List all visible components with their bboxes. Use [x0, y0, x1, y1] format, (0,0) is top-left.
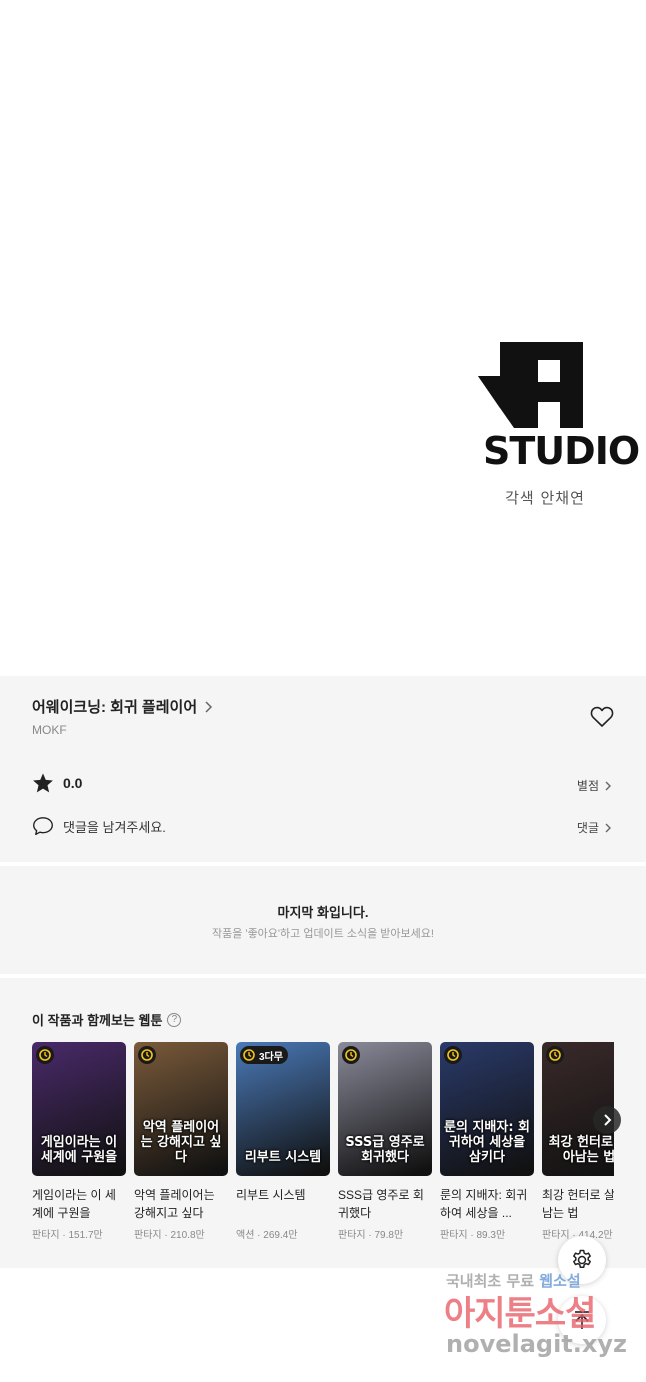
recommendation-cover: SSS급 영주로 회귀했다	[338, 1042, 432, 1176]
recommendation-card[interactable]: 리부트 시스템 3다무리부트 시스템액션 · 269.4만	[236, 1042, 330, 1241]
view-count: 210.8만	[170, 1230, 205, 1241]
recommendation-cover: 룬의 지배자: 회귀하여 세상을 삼키다	[440, 1042, 534, 1176]
recommendation-title: 게임이라는 이 세계에 구원을	[32, 1188, 116, 1220]
recommendation-cover: 리부트 시스템 3다무	[236, 1042, 330, 1176]
genre-label: 판타지	[338, 1230, 366, 1241]
comment-input-row[interactable]: 댓글을 남겨주세요.	[32, 816, 166, 836]
recommendations-carousel: 게임이라는 이 세계에 구원을 게임이라는 이 세계에 구원을 판타지 · 151.…	[32, 1042, 614, 1252]
studio-logo: STUDIO	[478, 342, 640, 472]
star-icon	[33, 773, 53, 793]
comment-placeholder: 댓글을 남겨주세요.	[63, 819, 166, 835]
comments-link-label: 댓글	[576, 821, 599, 835]
rating-row: 0.0	[32, 772, 82, 794]
last-episode-heading: 마지막 화입니다.	[277, 905, 369, 920]
cover-title-art: 룬의 지배자: 회귀하여 세상을 삼키다	[444, 1120, 531, 1166]
chevron-right-icon	[605, 781, 611, 790]
recommendation-meta: 판타지 · 79.8만	[338, 1230, 404, 1241]
last-episode-banner: 마지막 화입니다. 작품을 '좋아요'하고 업데이트 소식을 받아보세요!	[0, 866, 646, 974]
speech-bubble-icon	[33, 817, 53, 836]
viewer-settings-button[interactable]	[558, 1236, 606, 1284]
wait-free-badge: 3다무	[240, 1046, 288, 1064]
recommendation-title: 최강 헌터로 살아남는 법	[542, 1188, 614, 1220]
watermark-line1: 국내최초 무료 웹소설	[446, 1270, 581, 1291]
recommendation-card[interactable]: 최강 헌터로 살아남는 법최강 헌터로 살아남는 법판타지 · 414.2만	[542, 1042, 614, 1241]
cover-title-art: 리부트 시스템	[244, 1150, 322, 1166]
view-count: 269.4만	[263, 1230, 298, 1241]
comic-end-panel: STUDIO 각색 안채연	[0, 0, 646, 676]
genre-label: 액션	[236, 1230, 255, 1241]
cover-title-art: 게임이라는 이 세계에 구원을	[40, 1135, 118, 1166]
clock-icon	[242, 1048, 256, 1062]
recommendations-heading: 이 작품과 함께보는 웹툰	[32, 1013, 163, 1028]
rating-value: 0.0	[63, 775, 83, 791]
last-episode-subtext: 작품을 '좋아요'하고 업데이트 소식을 받아보세요!	[212, 928, 434, 940]
recommendation-cover: 악역 플레이어는 강해지고 싶다	[134, 1042, 228, 1176]
credits-text: 각색 안채연	[505, 489, 585, 507]
recommendation-meta: 액션 · 269.4만	[236, 1230, 298, 1241]
recommendation-title: 룬의 지배자: 회귀하여 세상을 ...	[440, 1188, 528, 1220]
cover-title-art: 최강 헌터로 살아남는 법	[548, 1135, 614, 1166]
recommendation-meta: 판타지 · 210.8만	[134, 1230, 205, 1241]
recommendation-card[interactable]: 룬의 지배자: 회귀하여 세상을 삼키다룬의 지배자: 회귀하여 세상을 ...…	[440, 1042, 534, 1241]
genre-label: 판타지	[440, 1230, 468, 1241]
recommendation-meta: 판타지 · 151.7만	[32, 1230, 103, 1241]
clock-icon	[444, 1046, 462, 1064]
view-count: 79.8만	[374, 1230, 404, 1241]
chevron-right-icon	[605, 823, 611, 832]
chevron-right-icon	[604, 1114, 612, 1126]
series-info-card: 어웨이크닝: 회귀 플레이어 MOKF 0.0 별점 댓글을 남겨주세요. 댓글	[0, 676, 646, 862]
recommendations-header: 이 작품과 함께보는 웹툰 ?	[32, 1010, 182, 1029]
clock-icon	[546, 1046, 564, 1064]
recommendation-card[interactable]: SSS급 영주로 회귀했다 SSS급 영주로 회귀했다판타지 · 79.8만	[338, 1042, 432, 1241]
recommendation-card[interactable]: 게임이라는 이 세계에 구원을 게임이라는 이 세계에 구원을 판타지 · 151.…	[32, 1042, 126, 1241]
recommendation-title: 리부트 시스템	[236, 1188, 306, 1202]
series-author: MOKF	[32, 723, 67, 737]
series-title: 어웨이크닝: 회귀 플레이어	[32, 699, 198, 716]
view-count: 151.7만	[68, 1230, 103, 1241]
view-count: 89.3만	[476, 1230, 506, 1241]
clock-icon	[36, 1046, 54, 1064]
cover-title-art: SSS급 영주로 회귀했다	[345, 1135, 425, 1166]
badge-label: 3다무	[259, 1051, 283, 1063]
recommendation-card[interactable]: 악역 플레이어는 강해지고 싶다 악역 플레이어는 강해지고 싶다 판타지 · 21…	[134, 1042, 228, 1241]
rate-link[interactable]: 별점	[577, 777, 612, 794]
genre-label: 판타지	[134, 1230, 162, 1241]
heart-icon[interactable]	[590, 706, 614, 728]
clock-icon	[342, 1046, 360, 1064]
comments-link[interactable]: 댓글	[577, 819, 612, 836]
recommendation-title: 악역 플레이어는 강해지고 싶다	[134, 1188, 215, 1220]
recommendation-cover: 게임이라는 이 세계에 구원을	[32, 1042, 126, 1176]
clock-icon	[138, 1046, 156, 1064]
genre-label: 판타지	[32, 1230, 60, 1241]
recommendations-section: 이 작품과 함께보는 웹툰 ? 게임이라는 이 세계에 구원을 게임이라는 이 세…	[0, 978, 646, 1268]
genre-label: 판타지	[542, 1230, 570, 1241]
question-circle-icon[interactable]: ?	[167, 1012, 182, 1027]
rate-link-label: 별점	[576, 779, 599, 793]
gear-icon	[573, 1249, 591, 1268]
recommendation-meta: 판타지 · 89.3만	[440, 1230, 506, 1241]
recommendation-title: SSS급 영주로 회귀했다	[338, 1188, 424, 1220]
arrow-up-to-top-icon	[575, 1311, 589, 1329]
series-title-link[interactable]: 어웨이크닝: 회귀 플레이어	[32, 696, 213, 717]
studio-logo-mark	[478, 342, 583, 428]
chevron-right-icon	[205, 700, 213, 713]
studio-logo-text: STUDIO	[483, 429, 640, 473]
carousel-next-button[interactable]	[593, 1106, 621, 1134]
scroll-top-button[interactable]	[558, 1296, 606, 1344]
cover-title-art: 악역 플레이어는 강해지고 싶다	[140, 1120, 222, 1166]
watermark-line1-a: 국내최초 무료	[446, 1272, 540, 1290]
